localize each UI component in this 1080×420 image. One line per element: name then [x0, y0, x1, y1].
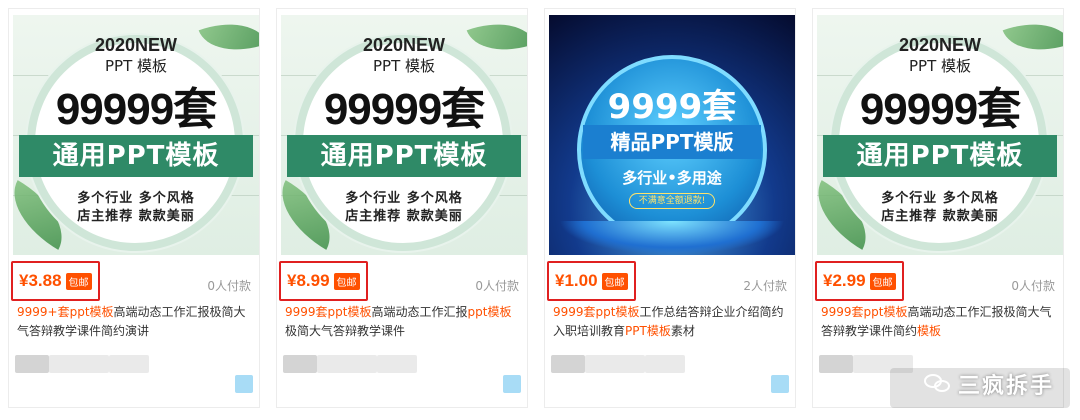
product-title-link[interactable]: 9999+套ppt模板高端动态工作汇报极简大气答辩教学课件简约演讲	[17, 303, 251, 341]
thumb-line: 店主推荐 款款美丽	[881, 209, 999, 224]
blurred-shop-info	[819, 355, 853, 373]
blurred-shop-info	[377, 355, 417, 373]
price-highlight: ¥1.00 包邮	[547, 261, 636, 301]
product-card[interactable]: 2020NEW PPT 模板 99999套 通用PPT模板 多个行业 多个风格 …	[276, 8, 528, 408]
product-thumbnail[interactable]: 2020NEW PPT 模板 99999套 通用PPT模板 多个行业 多个风格 …	[13, 15, 259, 255]
product-card[interactable]: 2020NEW PPT 模板 99999套 通用PPT模板 多个行业 多个风格 …	[8, 8, 260, 408]
paid-count: 0人付款	[207, 279, 251, 293]
price: ¥8.99	[287, 271, 330, 290]
thumb-headline: 99999套	[55, 85, 217, 134]
thumb-ribbon: 通用PPT模板	[19, 135, 253, 177]
product-card[interactable]: 2020NEW PPT 模板 99999套 通用PPT模板 多个行业 多个风格 …	[812, 8, 1064, 408]
thumb-line: 多个行业 多个风格	[345, 191, 463, 206]
thumb-ribbon: 精品PPT模版	[583, 125, 761, 159]
title-keyword: 模板	[917, 324, 942, 338]
free-shipping-badge: 包邮	[869, 272, 896, 290]
product-thumbnail[interactable]: 2020NEW PPT 模板 99999套 通用PPT模板 多个行业 多个风格 …	[281, 15, 527, 255]
blurred-shop-info	[109, 355, 149, 373]
product-title-link[interactable]: 9999套ppt模板高端动态工作汇报极简大气答辩教学课件简约模板	[821, 303, 1055, 341]
free-shipping-badge: 包邮	[333, 272, 360, 290]
paid-count: 0人付款	[1011, 279, 1055, 293]
watermark: 三疯拆手	[923, 368, 1054, 400]
thumb-ribbon: 通用PPT模板	[823, 135, 1057, 177]
blurred-shop-info	[645, 355, 685, 373]
blurred-shop-info	[283, 355, 317, 373]
product-title-link[interactable]: 9999套ppt模板工作总结答辩企业介绍简约入职培训教育PPT模板素材	[553, 303, 787, 341]
product-title-link[interactable]: 9999套ppt模板高端动态工作汇报ppt模板极简大气答辩教学课件	[285, 303, 519, 341]
blurred-icon	[235, 375, 253, 393]
paid-count: 2人付款	[743, 279, 787, 293]
blurred-shop-info	[585, 355, 645, 373]
product-thumbnail[interactable]: 9999套 精品PPT模版 多行业•多用途 不满意全额退款!	[549, 15, 795, 255]
paid-count: 0人付款	[475, 279, 519, 293]
blurred-icon	[771, 375, 789, 393]
price: ¥2.99	[823, 271, 866, 290]
title-keyword: 9999+套ppt模板	[17, 305, 114, 319]
title-text: 高端动态工作汇报	[371, 305, 468, 319]
title-text: 极简大气答辩教学课件	[285, 324, 406, 338]
thumb-line: 多个行业 多个风格	[881, 191, 999, 206]
price: ¥1.00	[555, 271, 598, 290]
blurred-shop-info	[551, 355, 585, 373]
blurred-shop-info	[15, 355, 49, 373]
blurred-icon	[503, 375, 521, 393]
thumb-line: 店主推荐 款款美丽	[77, 209, 195, 224]
stage-graphic	[559, 221, 785, 255]
blurred-shop-info	[317, 355, 377, 373]
title-keyword: 9999套ppt模板	[821, 305, 908, 319]
refund-badge: 不满意全额退款!	[629, 193, 715, 209]
price-highlight: ¥3.88 包邮	[11, 261, 100, 301]
thumb-line: 多个行业 多个风格	[77, 191, 195, 206]
blurred-shop-info	[49, 355, 109, 373]
thumb-headline: 9999套	[607, 87, 737, 127]
title-keyword: 9999套ppt模板	[553, 305, 640, 319]
title-keyword: PPT模板	[625, 324, 671, 338]
price-highlight: ¥8.99 包邮	[279, 261, 368, 301]
thumb-year: 2020NEW	[94, 35, 178, 55]
thumb-ribbon: 通用PPT模板	[287, 135, 521, 177]
free-shipping-badge: 包邮	[65, 272, 92, 290]
watermark-text: 三疯拆手	[957, 374, 1054, 399]
thumb-year: 2020NEW	[362, 35, 446, 55]
free-shipping-badge: 包邮	[601, 272, 628, 290]
wechat-icon	[923, 374, 950, 394]
title-text: 素材	[670, 324, 695, 338]
thumb-year: 2020NEW	[898, 35, 982, 55]
thumb-line: 多行业•多用途	[622, 169, 722, 187]
price-highlight: ¥2.99 包邮	[815, 261, 904, 301]
title-keyword: ppt模板	[467, 305, 512, 319]
thumb-line: 店主推荐 款款美丽	[345, 209, 463, 224]
product-thumbnail[interactable]: 2020NEW PPT 模板 99999套 通用PPT模板 多个行业 多个风格 …	[817, 15, 1063, 255]
product-card[interactable]: 9999套 精品PPT模版 多行业•多用途 不满意全额退款! ¥1.00 包邮 …	[544, 8, 796, 408]
thumb-headline: 99999套	[859, 85, 1021, 134]
price: ¥3.88	[19, 271, 62, 290]
title-keyword: 9999套ppt模板	[285, 305, 372, 319]
thumb-headline: 99999套	[323, 85, 485, 134]
